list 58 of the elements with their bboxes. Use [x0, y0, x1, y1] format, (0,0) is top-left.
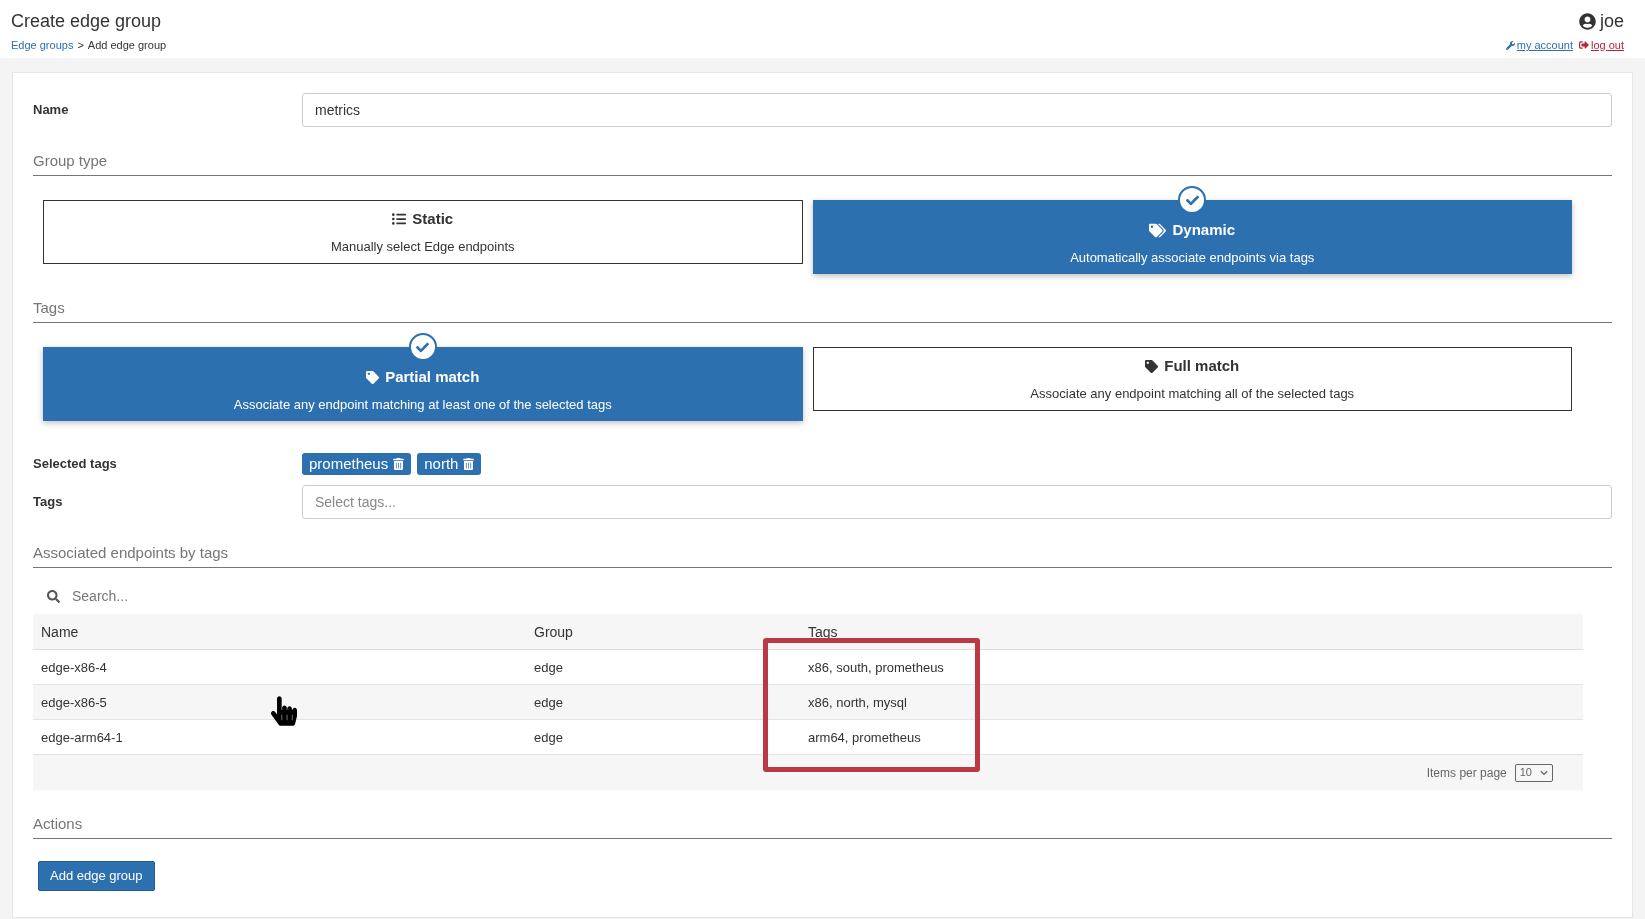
option-description: Associate any endpoint matching at least one of the selected tags [233, 395, 612, 414]
table-cell: x86, north, mysql [808, 695, 907, 710]
option-title: Dynamic [1172, 220, 1235, 240]
table-cell: edge-arm64-1 [41, 730, 123, 745]
list-icon [392, 212, 407, 227]
tag-badge[interactable]: north [417, 453, 482, 475]
option-description: Automatically associate endpoints via tags [1070, 248, 1315, 267]
name-input[interactable]: metrics [302, 93, 1612, 127]
user-name: joe [1599, 10, 1624, 33]
tag-badge[interactable]: prometheus [302, 453, 412, 475]
check-icon [408, 333, 437, 361]
search-icon [47, 589, 60, 603]
table-cell: edge-x86-4 [41, 660, 107, 675]
wrench-icon [1505, 40, 1515, 50]
tag-icon [366, 370, 380, 384]
option-description: Associate any endpoint matching all of the selected tags [1030, 384, 1355, 403]
table-cell: arm64, prometheus [808, 730, 921, 745]
section-title: Group type [33, 152, 108, 169]
field-label: Name [33, 101, 70, 120]
user-icon [1578, 13, 1596, 30]
field-label: Tags [33, 493, 64, 512]
add-edge-group-button[interactable]: Add edge group [38, 860, 155, 891]
log-out-link[interactable]: log out [1578, 37, 1624, 54]
column-header[interactable]: Tags [808, 623, 838, 640]
table-cell: x86, south, prometheus [808, 660, 944, 675]
tags-input[interactable]: Select tags... [302, 485, 1612, 519]
column-header[interactable]: Name [41, 623, 79, 640]
option-card[interactable]: Full match Associate any endpoint matching all of the selected tags [812, 347, 1572, 411]
log-out-icon [1578, 40, 1589, 51]
section-title: Tags [33, 299, 65, 316]
option-card[interactable]: Static Manually select Edge endpoints [43, 200, 803, 264]
option-card[interactable]: Partial match Associate any endpoint matching at least one of the selected tags [43, 347, 803, 421]
items-per-page-select[interactable]: 10 [1514, 763, 1553, 782]
chevron-down-icon [1540, 768, 1548, 777]
section-title: Associated endpoints by tags [33, 544, 229, 561]
search-input[interactable]: Search... [72, 585, 1569, 607]
column-header[interactable]: Group [534, 623, 573, 640]
breadcrumb-separator: > [77, 38, 84, 53]
table-cell: edge [534, 730, 563, 745]
option-title: Partial match [385, 367, 480, 387]
tag-icon [1145, 359, 1159, 373]
breadcrumb-current: Add edge group [87, 38, 167, 53]
breadcrumb-link[interactable]: Edge groups [11, 37, 74, 54]
page-title: Create edge group [11, 10, 163, 33]
table-cell: edge-x86-5 [41, 695, 107, 710]
section-title: Actions [33, 815, 83, 832]
hand-pointer-icon [271, 696, 297, 726]
field-label: Selected tags [33, 455, 118, 474]
option-title: Full match [1164, 356, 1240, 376]
option-title: Static [412, 209, 454, 229]
check-icon [1178, 186, 1207, 214]
option-card[interactable]: Dynamic Automatically associate endpoints via tags [812, 200, 1572, 274]
table-cell: edge [534, 695, 563, 710]
tags-icon [1149, 222, 1167, 238]
table-cell: edge [534, 660, 563, 675]
items-per-page-label: Items per page [1426, 764, 1507, 782]
my-account-link[interactable]: my account [1505, 37, 1573, 54]
option-description: Manually select Edge endpoints [330, 237, 515, 256]
